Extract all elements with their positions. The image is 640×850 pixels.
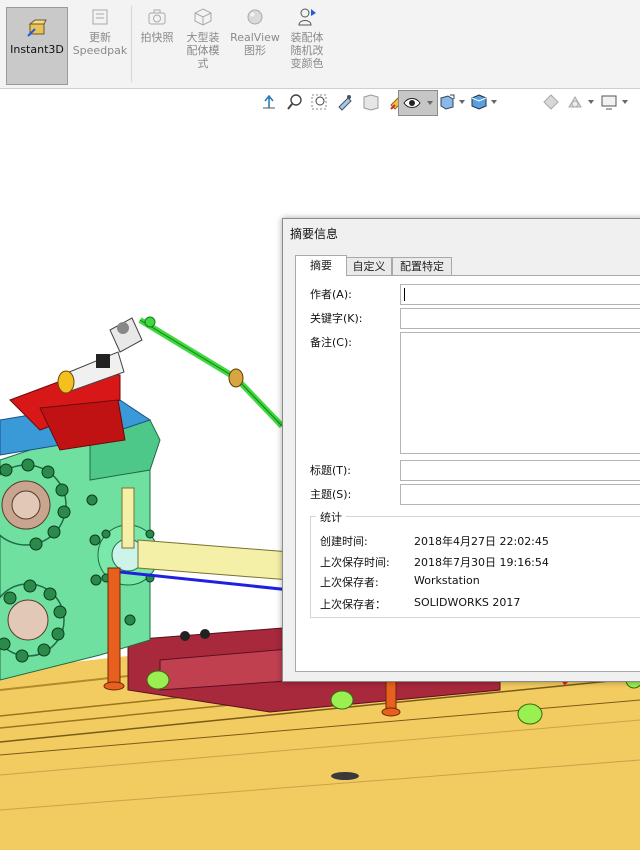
command-ribbon: Instant3D 更新 Speedpak 拍快照 大型装 配体模 式 Real… [0, 0, 640, 89]
subject-field[interactable] [400, 484, 640, 505]
monitor-dropdown-icon[interactable] [622, 100, 628, 104]
title-label: 标题(T): [310, 464, 352, 477]
statistics-title: 统计 [316, 509, 346, 525]
rod-end [144, 316, 156, 328]
fixture-bolt [200, 629, 210, 639]
base-hole [331, 772, 359, 780]
hide-show-items-icon[interactable] [438, 93, 456, 111]
instant3d-button[interactable]: Instant3D [6, 7, 68, 85]
saved-with-label: 上次保存者： [320, 598, 386, 611]
section-view-icon[interactable] [336, 93, 354, 111]
large-assembly-label: 大型装 配体模 式 [186, 31, 220, 70]
eye-icon [403, 98, 421, 108]
orange-pin [107, 567, 121, 687]
green-rod [138, 317, 285, 429]
summary-panel: 作者(A): 关键字(K): 备注(C): 标题(T): 主题(S): 统计 创… [295, 275, 640, 672]
subject-label: 主题(S): [310, 488, 352, 501]
camera-icon [148, 9, 166, 25]
apply-scene-icon[interactable] [542, 93, 560, 111]
snapshot-label: 拍快照 [140, 31, 174, 44]
pivot [117, 322, 129, 334]
author-field[interactable] [400, 284, 640, 305]
last-saved-value: 2018年7月30日 19:16:54 [414, 556, 549, 569]
instant3d-icon [27, 19, 47, 37]
tab-summary[interactable]: 摘要 [295, 255, 347, 276]
instant3d-label: Instant3D [10, 43, 64, 56]
rod-joint [228, 368, 244, 388]
edit-appearance-icon[interactable] [470, 93, 488, 111]
title-field[interactable] [400, 460, 640, 481]
monitor-icon[interactable] [600, 93, 618, 111]
realview-label: RealView 图形 [230, 31, 280, 57]
zoom-to-fit-icon[interactable] [286, 93, 304, 111]
bearing-bore [11, 490, 41, 520]
view-settings-dropdown-icon [427, 101, 433, 105]
yellow-shaft [137, 539, 291, 581]
random-color-label: 装配体 随机改 变颜色 [290, 31, 324, 70]
scene-lights-icon[interactable] [566, 93, 584, 111]
saved-by-label: 上次保存者: [320, 576, 379, 589]
created-label: 创建时间: [320, 535, 368, 548]
tab-configuration-specific[interactable]: 配置特定 [392, 257, 452, 275]
speedpak-label: 更新 Speedpak [72, 31, 128, 57]
keywords-label: 关键字(K): [310, 312, 363, 325]
orange-pin-base [381, 707, 401, 717]
large-assembly-mode-button[interactable]: 大型装 配体模 式 [180, 6, 226, 70]
fixture-bolt [180, 631, 190, 641]
comments-field[interactable] [400, 332, 640, 454]
hide-show-dropdown-icon[interactable] [459, 100, 465, 104]
text-cursor [404, 288, 405, 301]
upright-post [121, 487, 135, 549]
scene-dropdown-icon[interactable] [588, 100, 594, 104]
view-settings-button[interactable] [398, 90, 438, 116]
previous-view-icon[interactable] [260, 93, 278, 111]
speedpak-icon [92, 9, 108, 25]
author-label: 作者(A): [310, 288, 352, 301]
large-assembly-icon [194, 8, 212, 26]
created-value: 2018年4月27日 22:02:45 [414, 535, 549, 548]
comments-label: 备注(C): [310, 336, 352, 349]
view-toolbar [260, 90, 640, 116]
saved-with-value: SOLIDWORKS 2017 [414, 596, 521, 609]
appearance-dropdown-icon[interactable] [491, 100, 497, 104]
zoom-to-area-icon[interactable] [310, 93, 328, 111]
dialog-title: 摘要信息 [290, 227, 339, 241]
update-speedpak-button[interactable]: 更新 Speedpak [72, 6, 128, 57]
lower-bore [7, 599, 49, 641]
realview-button[interactable]: RealView 图形 [228, 6, 282, 57]
dynamic-annotation-icon[interactable] [362, 93, 380, 111]
orange-pin-base [103, 681, 125, 691]
random-color-icon [298, 8, 316, 26]
cylinder-fitting [96, 354, 110, 368]
ribbon-separator [131, 6, 132, 82]
cylinder-cap [57, 370, 75, 394]
saved-by-value: Workstation [414, 574, 480, 587]
last-saved-label: 上次保存时间: [320, 556, 390, 569]
realview-sphere-icon [247, 9, 263, 25]
tab-custom[interactable]: 自定义 [346, 257, 392, 275]
keywords-field[interactable] [400, 308, 640, 329]
snapshot-button[interactable]: 拍快照 [136, 6, 178, 44]
random-color-button[interactable]: 装配体 随机改 变颜色 [284, 6, 330, 70]
summary-info-dialog: 摘要信息 摘要 自定义 配置特定 作者(A): 关键字(K): 备注(C): 标… [282, 218, 640, 682]
